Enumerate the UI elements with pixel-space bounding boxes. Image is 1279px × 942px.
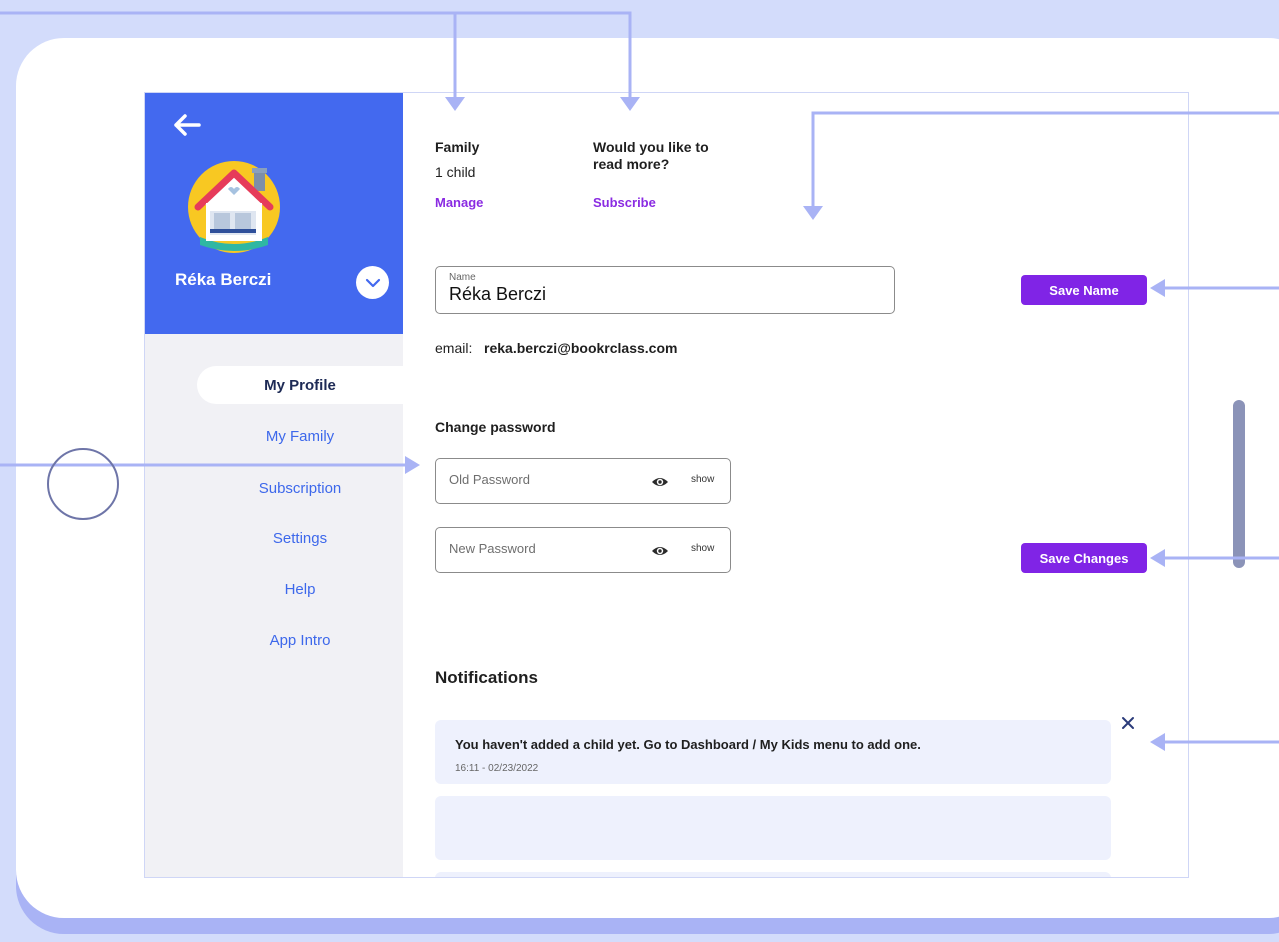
promo-title-line2: read more? [593,156,670,172]
house-avatar-icon [188,161,280,253]
scrollbar-thumb[interactable] [1233,400,1245,568]
eye-icon[interactable] [651,473,669,491]
notification-message: You haven't added a child yet. Go to Das… [455,737,921,752]
save-name-button[interactable]: Save Name [1021,275,1147,305]
arrow-left-icon[interactable] [169,110,203,140]
eye-icon[interactable] [651,542,669,560]
new-password-field[interactable]: show [435,527,731,573]
sidebar-item-help[interactable]: Help [197,570,403,608]
sidebar-item-label: Subscription [258,479,342,497]
show-old-password-toggle[interactable]: show [691,474,714,485]
sidebar-item-label: App Intro [269,631,331,649]
sidebar-item-my-family[interactable]: My Family [197,417,403,455]
old-password-input[interactable] [449,472,639,487]
email-value: reka.berczi@bookrclass.com [484,340,678,356]
show-new-password-toggle[interactable]: show [691,543,714,554]
old-password-field[interactable]: show [435,458,731,504]
promo-title-line1: Would you like to [593,139,709,155]
notification-placeholder [435,872,1111,877]
subscribe-link[interactable]: Subscribe [593,195,656,210]
sidebar: Réka Berczi My Profile My Family Subscri… [145,93,403,877]
chevron-down-icon [365,278,380,287]
notifications-heading: Notifications [435,668,538,687]
notification-item: You haven't added a child yet. Go to Das… [435,720,1111,784]
change-password-heading: Change password [435,419,556,435]
manage-link[interactable]: Manage [435,195,483,210]
notification-placeholder [435,796,1111,860]
app-screen: Réka Berczi My Profile My Family Subscri… [144,92,1189,878]
name-field[interactable]: Name [435,266,895,314]
sidebar-item-settings[interactable]: Settings [197,519,403,557]
new-password-input[interactable] [449,541,639,556]
sidebar-item-label: Settings [272,529,328,547]
sidebar-item-app-intro[interactable]: App Intro [197,621,403,659]
sidebar-item-label: Help [284,580,316,598]
name-field-label: Name [449,272,476,283]
close-icon[interactable] [1121,716,1135,730]
profile-content: Family 1 child Manage Would you like to … [403,93,1188,877]
sidebar-item-my-profile[interactable]: My Profile [197,366,403,404]
sidebar-item-subscription[interactable]: Subscription [197,469,403,507]
email-row: email: reka.berczi@bookrclass.com [435,340,677,356]
sidebar-item-label: My Family [265,427,335,445]
name-input[interactable] [449,284,869,305]
email-label: email: [435,340,473,356]
family-count: 1 child [435,164,476,180]
family-title: Family [435,139,480,155]
notification-time: 16:11 - 02/23/2022 [455,763,539,774]
user-name: Réka Berczi [175,270,272,289]
sidebar-header: Réka Berczi [145,93,403,334]
save-changes-button[interactable]: Save Changes [1021,543,1147,573]
profile-dropdown-button[interactable] [356,266,389,299]
sidebar-item-label: My Profile [264,376,336,394]
